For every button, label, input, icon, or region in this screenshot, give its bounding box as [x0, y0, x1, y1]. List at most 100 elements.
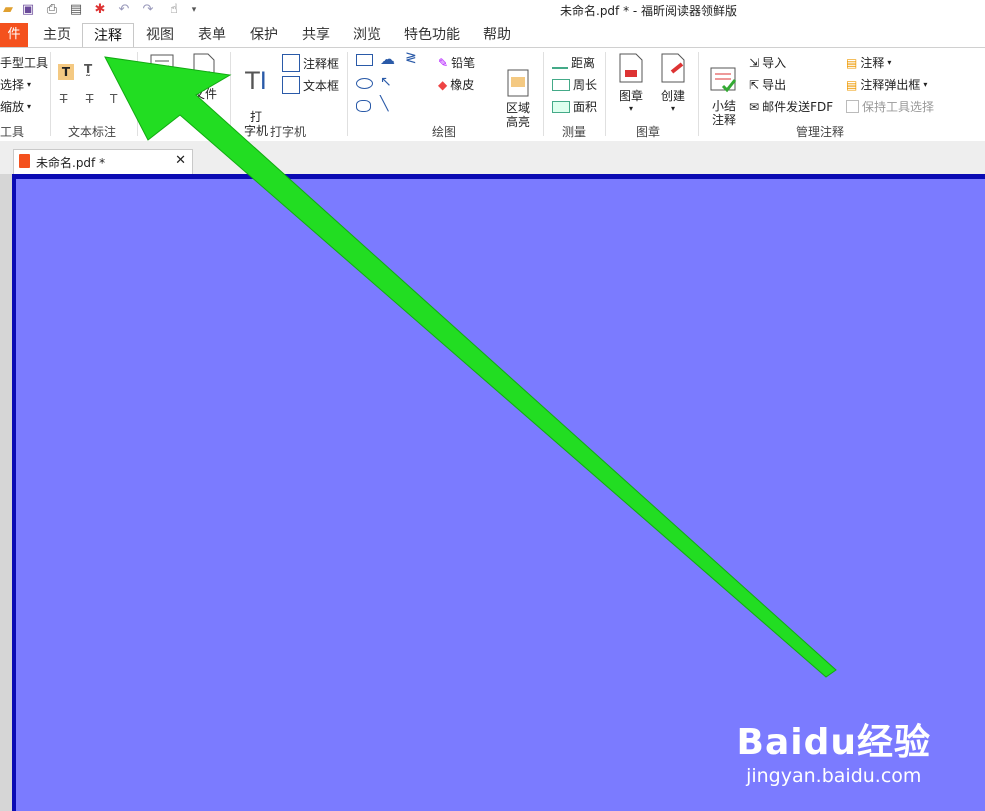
print-icon[interactable]: ⎙	[44, 2, 60, 18]
document-tab-label: 未命名.pdf *	[36, 156, 106, 170]
tab-browse[interactable]: 浏览	[350, 23, 384, 47]
keep-tool-label: 保持工具选择	[862, 100, 935, 114]
file-attach-button[interactable]: 文件	[188, 52, 222, 102]
pencil-icon: ✎	[438, 55, 449, 70]
window-title: 未命名.pdf * - 福昕阅读器领鲜版	[560, 4, 738, 18]
comment-popup-dropdown[interactable]: ▤ 注释弹出框 ▾	[846, 76, 927, 93]
close-icon[interactable]: ✕	[175, 153, 186, 168]
chevron-down-icon: ▾	[27, 80, 32, 89]
separator	[50, 52, 51, 136]
note-button[interactable]	[148, 52, 180, 85]
group-drawing-label: 绘图	[432, 125, 457, 139]
tab-view[interactable]: 视图	[143, 23, 177, 47]
tab-home[interactable]: 主页	[40, 23, 74, 47]
comment-dropdown[interactable]: ▤ 注释 ▾	[846, 54, 891, 71]
highlight-text-icon[interactable]: T	[58, 64, 74, 80]
perimeter-button[interactable]: 周长	[552, 76, 597, 93]
rectangle-icon[interactable]	[356, 54, 373, 66]
oval-icon[interactable]	[356, 78, 373, 89]
callout-label: 注释框	[303, 56, 340, 71]
create-stamp-icon	[661, 53, 685, 83]
chevron-down-icon: ▾	[628, 104, 633, 113]
callout-button[interactable]: 注释框	[282, 54, 339, 72]
tab-features[interactable]: 特色功能	[401, 23, 463, 47]
tab-comment[interactable]: 注释	[82, 23, 134, 49]
group-typewriter-label: 打字机	[270, 125, 307, 139]
export-button[interactable]: ⇱ 导出	[749, 76, 786, 93]
undo-icon[interactable]: ↶	[116, 2, 132, 18]
arrow-icon[interactable]: ↖	[380, 74, 392, 90]
textbox-button[interactable]: 文本框	[282, 76, 339, 94]
group-manage-label: 管理注释	[796, 125, 845, 139]
comment-popup-label: 注释弹出框	[860, 78, 921, 92]
area-button[interactable]: 面积	[552, 98, 597, 115]
comment-label: 注释	[860, 56, 885, 70]
hand-tool-button[interactable]: 手型工具	[0, 54, 48, 71]
select-button[interactable]: 选择 ▾	[0, 76, 31, 93]
eraser-button[interactable]: ◆ 橡皮	[438, 76, 474, 93]
chevron-down-icon: ▾	[27, 102, 32, 111]
replace-text-icon[interactable]: T̶	[86, 92, 93, 106]
redo-icon[interactable]: ↷	[140, 2, 156, 18]
scan-icon[interactable]: ▤	[68, 2, 84, 18]
typewriter-button[interactable]: TI 打 字机	[238, 52, 274, 152]
email-fdf-label: 邮件发送FDF	[762, 100, 834, 114]
stamp-button[interactable]: 图章 ▾	[613, 52, 649, 113]
export-label: 导出	[762, 78, 787, 92]
tab-share[interactable]: 共享	[299, 23, 333, 47]
chevron-down-icon: ▾	[670, 104, 675, 113]
distance-button[interactable]: 距离	[552, 54, 595, 71]
group-measure-label: 测量	[562, 125, 587, 139]
group-stamp-label: 图章	[636, 125, 661, 139]
summary-label: 小结 注释	[711, 99, 736, 127]
distance-label: 距离	[571, 56, 596, 70]
import-label: 导入	[762, 56, 787, 70]
separator	[137, 52, 138, 136]
stamp-label: 图章	[618, 89, 643, 103]
tab-help[interactable]: 帮助	[480, 23, 514, 47]
folder-icon[interactable]: ▰	[0, 2, 16, 18]
tab-protect[interactable]: 保护	[247, 23, 281, 47]
perimeter-label: 周长	[573, 78, 598, 92]
tab-file[interactable]: 件	[0, 23, 28, 47]
cloud-icon[interactable]: ☁	[380, 50, 395, 68]
pdf-page: Baidu经验 jingyan.baidu.com	[12, 174, 985, 811]
comment-icon: ▤	[846, 55, 858, 70]
group-text-markup-label: 文本标注	[68, 125, 117, 139]
tab-form[interactable]: 表单	[195, 23, 229, 47]
chevron-down-icon: ▾	[887, 58, 892, 67]
polygon-icon[interactable]	[356, 100, 371, 112]
polyline-icon[interactable]: ≷	[405, 50, 417, 66]
area-label: 面积	[573, 100, 598, 114]
import-button[interactable]: ⇲ 导入	[749, 54, 786, 71]
document-tab[interactable]: 未命名.pdf * ✕	[13, 149, 193, 174]
email-fdf-button[interactable]: ✉ 邮件发送FDF	[749, 98, 833, 115]
more-icon[interactable]: ▾	[186, 2, 202, 18]
comment-popup-icon: ▤	[846, 77, 858, 92]
line-icon[interactable]: ╲	[380, 96, 388, 112]
left-panel-rail[interactable]	[0, 174, 12, 811]
save-icon[interactable]: ▣	[20, 2, 36, 18]
insert-text-icon[interactable]: T	[110, 92, 117, 106]
squiggly-icon[interactable]: T̰	[84, 62, 92, 76]
keep-tool-checkbox[interactable]: 保持工具选择	[846, 98, 934, 115]
summary-button[interactable]: 小结 注释	[706, 52, 742, 141]
create-stamp-button[interactable]: 创建 ▾	[655, 52, 691, 113]
ruler-icon	[552, 57, 568, 69]
export-icon: ⇱	[749, 77, 760, 92]
pencil-button[interactable]: ✎ 铅笔	[438, 54, 475, 71]
hand-tool-label: 手型工具	[0, 56, 49, 70]
note-icon	[150, 54, 177, 80]
strikeout-icon[interactable]: T̶	[60, 92, 67, 106]
separator	[543, 52, 544, 136]
separator	[347, 52, 348, 136]
eraser-label: 橡皮	[450, 78, 475, 92]
title-bar: ▰ ▣ ⎙ ▤ ✱ ↶ ↷ ☝ ▾ 未命名.pdf * - 福昕阅读器领鲜版	[0, 0, 985, 21]
new-icon[interactable]: ✱	[92, 2, 108, 18]
hand-icon[interactable]: ☝	[166, 2, 182, 18]
textbox-label: 文本框	[303, 78, 340, 93]
stamp-icon	[619, 53, 643, 83]
area-highlight-button[interactable]: 区域 高亮	[500, 54, 536, 143]
zoom-button[interactable]: 缩放 ▾	[0, 98, 31, 115]
typewriter-label: 打 字机	[243, 110, 268, 138]
